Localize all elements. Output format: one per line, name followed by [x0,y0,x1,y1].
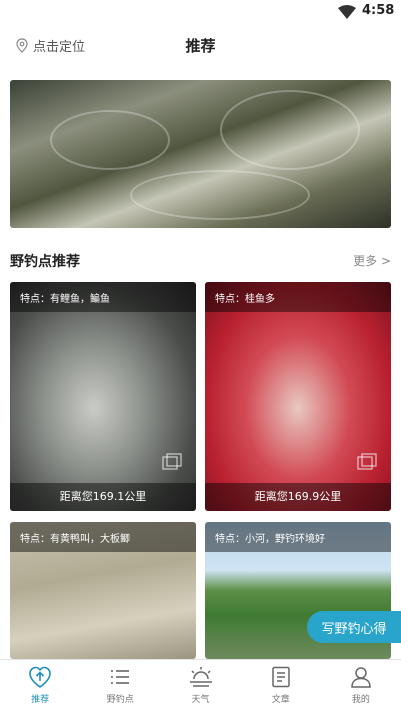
tab-recommend[interactable]: 推荐 [0,660,80,710]
tab-label: 野钓点 [106,695,134,705]
tab-spots[interactable]: 野钓点 [80,660,160,710]
tab-weather[interactable]: 天气 [160,660,240,710]
status-time: 4:58 [362,3,395,18]
top-bar: 点击定位 推荐 [0,26,401,66]
banner-image[interactable] [10,80,391,228]
spot-distance: 距离您169.9公里 [205,483,391,511]
gallery-icon [357,453,377,470]
status-bar: 4:58 [0,0,401,24]
spot-photo [205,282,391,511]
spot-card[interactable]: 特点：桂鱼多 距离您169.9公里 [205,282,391,511]
bottom-tab-bar: 推荐 野钓点 天气 文章 我的 [0,659,401,710]
tab-label: 推荐 [31,695,50,705]
tab-label: 我的 [351,695,370,705]
spot-card[interactable]: 特点：有黄鸭叫，大板鲫 [10,522,196,659]
article-icon [271,666,290,688]
tab-articles[interactable]: 文章 [241,660,321,710]
tab-label: 天气 [191,695,210,705]
spot-feature: 特点：桂鱼多 [205,282,391,312]
recommend-icon [29,666,51,688]
gallery-icon [162,453,182,470]
more-link[interactable]: 更多 > [353,252,391,269]
spot-feature: 特点：有鲤鱼，鳊鱼 [10,282,196,312]
weather-icon [189,667,212,687]
section-title: 野钓点推荐 [10,254,80,270]
spot-feature: 特点：小河，野钓环境好 [205,522,391,552]
banner-water-ripple [130,170,310,220]
list-icon [111,670,130,684]
spot-distance: 距离您169.1公里 [10,483,196,511]
spot-card[interactable]: 特点：有鲤鱼，鳊鱼 距离您169.1公里 [10,282,196,511]
wifi-icon [338,5,356,19]
banner-water-ripple [220,90,360,170]
write-experience-button[interactable]: 写野钓心得 [307,611,401,643]
spot-photo [10,282,196,511]
spot-feature: 特点：有黄鸭叫，大板鲫 [10,522,196,552]
tab-label: 文章 [271,695,290,705]
profile-icon [351,667,371,688]
section-header: 野钓点推荐 更多 > [10,250,391,272]
page-title: 推荐 [185,37,216,55]
banner-water-ripple [50,110,170,170]
tab-profile[interactable]: 我的 [321,660,401,710]
